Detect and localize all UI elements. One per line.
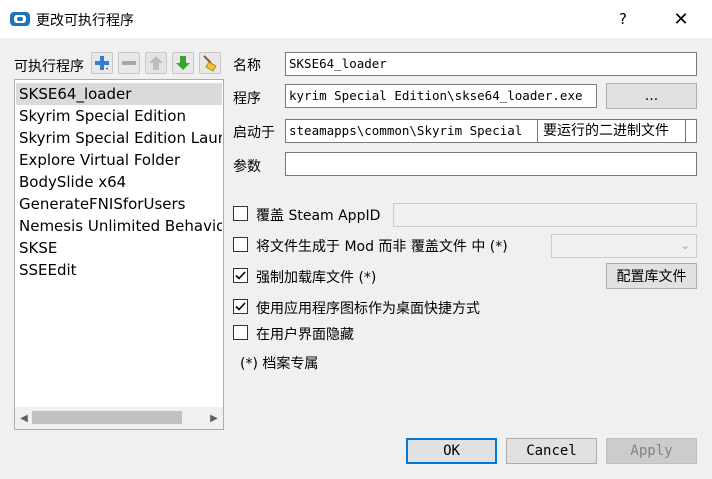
list-item[interactable]: Nemesis Unlimited Behavior Engine (16, 215, 222, 237)
close-icon: ✕ (673, 8, 689, 30)
close-button[interactable]: ✕ (658, 6, 704, 32)
list-horizontal-scrollbar[interactable]: ◀ ▶ (15, 407, 223, 429)
name-label: 名称 (233, 58, 261, 74)
window-title: 更改可执行程序 (36, 13, 134, 29)
create-files-in-mod-checkbox[interactable] (233, 237, 248, 252)
list-item[interactable]: Explore Virtual Folder (16, 149, 222, 171)
move-down-button[interactable] (172, 52, 194, 74)
ok-button[interactable]: OK (406, 438, 497, 464)
scroll-left-icon[interactable]: ◀ (16, 409, 32, 427)
mod-select[interactable]: ⌄ (551, 234, 697, 258)
apply-button[interactable]: Apply (606, 438, 697, 464)
startin-tooltip: 要运行的二进制文件 (537, 119, 686, 143)
executables-list[interactable]: SKSE64_loader Skyrim Special Edition Sky… (14, 79, 224, 430)
broom-icon (203, 55, 217, 72)
profile-specific-note: (*) 档案专属 (240, 356, 319, 372)
checkmark-icon (235, 271, 246, 280)
list-item[interactable]: SKSE64_loader (16, 83, 222, 105)
list-item[interactable]: SKSE (16, 237, 222, 259)
add-icon (95, 56, 109, 70)
cancel-button[interactable]: Cancel (506, 438, 597, 464)
startin-label: 启动于 (233, 125, 275, 141)
checkmark-icon (235, 302, 246, 311)
configure-libraries-button[interactable]: 配置库文件 (606, 263, 697, 289)
remove-executable-button[interactable] (118, 52, 140, 74)
list-item[interactable]: GenerateFNISforUsers (16, 193, 222, 215)
steam-appid-field[interactable] (393, 203, 697, 227)
hide-in-ui-checkbox[interactable] (233, 325, 248, 340)
move-up-button[interactable] (145, 52, 167, 74)
arguments-label: 参数 (233, 159, 261, 175)
move-down-icon (176, 56, 190, 70)
create-files-in-mod-label: 将文件生成于 Mod 而非 覆盖文件 中 (*) (256, 239, 508, 255)
program-field[interactable]: kyrim Special Edition\skse64_loader.exe (285, 84, 597, 108)
clear-button[interactable] (199, 52, 221, 74)
app-icon (10, 12, 30, 26)
remove-icon (122, 61, 136, 65)
list-item[interactable]: Skyrim Special Edition Launcher (16, 127, 222, 149)
name-field[interactable]: SKSE64_loader (285, 52, 697, 76)
scroll-right-icon[interactable]: ▶ (206, 409, 222, 427)
hide-in-ui-label: 在用户界面隐藏 (256, 327, 354, 343)
list-item[interactable]: BodySlide x64 (16, 171, 222, 193)
list-item[interactable]: Skyrim Special Edition (16, 105, 222, 127)
force-load-libraries-label: 强制加载库文件 (*) (256, 270, 377, 286)
override-steam-checkbox[interactable] (233, 206, 248, 221)
override-steam-label: 覆盖 Steam AppID (256, 208, 381, 224)
list-item[interactable]: SSEEdit (16, 259, 222, 281)
use-app-icon-checkbox[interactable] (233, 299, 248, 314)
browse-button[interactable]: ... (606, 83, 697, 109)
use-app-icon-label: 使用应用程序图标作为桌面快捷方式 (256, 301, 480, 317)
force-load-libraries-checkbox[interactable] (233, 268, 248, 283)
move-up-icon (149, 56, 163, 70)
arguments-field[interactable] (285, 152, 697, 176)
add-executable-button[interactable] (91, 52, 113, 74)
program-label: 程序 (233, 91, 261, 107)
executables-label: 可执行程序 (14, 59, 84, 75)
scrollbar-thumb[interactable] (32, 411, 182, 424)
help-button[interactable]: ? (600, 6, 646, 32)
chevron-down-icon: ⌄ (680, 239, 690, 252)
